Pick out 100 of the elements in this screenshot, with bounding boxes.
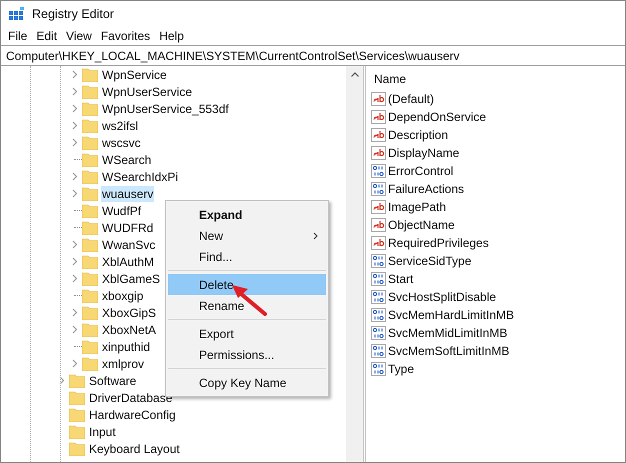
value-name[interactable]: (Default)	[388, 90, 434, 108]
chevron-icon[interactable]	[72, 104, 78, 113]
folder-icon	[82, 186, 98, 200]
folder-icon	[82, 254, 98, 268]
string-value-icon	[371, 110, 386, 124]
tree-item[interactable]: Keyboard Layout	[88, 440, 181, 456]
value-name[interactable]: Start	[388, 270, 414, 288]
tree-item[interactable]: WpnUserService	[101, 84, 194, 100]
folder-icon	[69, 408, 85, 422]
scroll-up-icon[interactable]	[350, 72, 358, 77]
binary-value-icon	[371, 290, 386, 304]
string-value-icon	[371, 128, 386, 142]
binary-value-icon	[371, 326, 386, 340]
folder-icon	[82, 220, 98, 234]
value-name[interactable]: DisplayName	[388, 144, 460, 162]
chevron-icon[interactable]	[72, 172, 78, 181]
binary-value-icon	[371, 362, 386, 376]
tree-item[interactable]: WpnService	[101, 66, 168, 82]
menu-option[interactable]: New	[168, 225, 326, 246]
binary-value-icon	[371, 182, 386, 196]
menu-item[interactable]: Edit	[32, 27, 62, 45]
folder-icon	[82, 322, 98, 336]
value-name[interactable]: SvcMemMidLimitInMB	[388, 324, 508, 342]
tree-item[interactable]: WSearchIdxPi	[101, 168, 180, 184]
tree-item[interactable]: wscsvc	[101, 134, 142, 150]
value-name[interactable]: Type	[388, 360, 414, 378]
binary-value-icon	[371, 308, 386, 322]
value-name[interactable]: SvcMemHardLimitInMB	[388, 306, 514, 324]
tree-item[interactable]: xmlprov	[101, 356, 146, 372]
menu-option[interactable]: Find...	[168, 246, 326, 267]
folder-icon	[82, 272, 98, 286]
folder-icon	[69, 374, 85, 388]
tree-item[interactable]: WUDFRd	[101, 220, 154, 236]
chevron-icon[interactable]	[72, 87, 78, 96]
tree-item[interactable]: WSearch	[101, 152, 152, 168]
menu-item[interactable]: Favorites	[96, 27, 154, 45]
string-value-icon	[371, 236, 386, 250]
tree-item[interactable]: xboxgip	[101, 288, 144, 304]
tree-item[interactable]: XboxNetA	[101, 322, 158, 338]
folder-icon	[82, 68, 98, 82]
folder-icon	[82, 170, 98, 184]
value-name[interactable]: DependOnService	[388, 108, 486, 126]
tree-item[interactable]: HardwareConfig	[88, 406, 177, 422]
chevron-icon[interactable]	[72, 189, 78, 198]
value-name[interactable]: FailureActions	[388, 180, 464, 198]
menu-option[interactable]: Expand	[168, 204, 326, 225]
menu-item[interactable]: Help	[155, 27, 188, 45]
chevron-icon[interactable]	[72, 359, 78, 368]
chevron-icon[interactable]	[59, 376, 65, 385]
menu-item[interactable]: File	[4, 27, 32, 45]
tree-item[interactable]: WpnUserService_553df	[101, 100, 230, 116]
folder-icon	[69, 442, 85, 456]
address-bar[interactable]: Computer\HKEY_LOCAL_MACHINE\SYSTEM\CurrentControlSet\Services\wuauserv	[1, 45, 625, 66]
tree-item[interactable]: ws2ifsl	[101, 118, 140, 134]
chevron-icon[interactable]	[72, 121, 78, 130]
menu-option[interactable]: Export	[168, 323, 326, 344]
value-name[interactable]: RequiredPrivileges	[388, 234, 489, 252]
string-value-icon	[371, 218, 386, 232]
binary-value-icon	[371, 164, 386, 178]
menu-item[interactable]: View	[62, 27, 96, 45]
column-header[interactable]: Name	[371, 69, 625, 89]
tree-item[interactable]: XblAuthM	[101, 254, 156, 270]
value-name[interactable]: ErrorControl	[388, 162, 454, 180]
folder-icon	[82, 102, 98, 116]
folder-icon	[82, 136, 98, 150]
menu-option[interactable]: Permissions...	[168, 344, 326, 365]
chevron-icon[interactable]	[72, 308, 78, 317]
tree-item[interactable]: WudfPf	[101, 202, 142, 218]
value-name[interactable]: Description	[388, 126, 448, 144]
folder-icon	[82, 288, 98, 302]
window-title: Registry Editor	[32, 6, 114, 23]
value-name[interactable]: ServiceSidType	[388, 252, 472, 270]
folder-icon	[82, 238, 98, 252]
folder-icon	[82, 306, 98, 320]
binary-value-icon	[371, 272, 386, 286]
tree-item[interactable]: Input	[88, 424, 117, 440]
value-name[interactable]: ObjectName	[388, 216, 455, 234]
folder-icon	[82, 152, 98, 166]
value-name[interactable]: ImagePath	[388, 198, 446, 216]
chevron-icon[interactable]	[72, 325, 78, 334]
chevron-icon[interactable]	[72, 257, 78, 266]
binary-value-icon	[371, 254, 386, 268]
folder-icon	[69, 390, 85, 404]
menu-option[interactable]: Delete	[168, 274, 326, 295]
chevron-icon[interactable]	[72, 240, 78, 249]
folder-icon	[82, 340, 98, 354]
tree-item[interactable]: XboxGipS	[101, 304, 158, 320]
chevron-icon[interactable]	[72, 70, 78, 79]
tree-item[interactable]: wuauserv	[101, 186, 154, 202]
chevron-icon[interactable]	[72, 274, 78, 283]
tree-item[interactable]: WwanSvc	[101, 236, 156, 252]
string-value-icon	[371, 200, 386, 214]
tree-item[interactable]: Software	[88, 372, 138, 388]
scrollbar[interactable]	[346, 66, 363, 462]
tree-item[interactable]: xinputhid	[101, 338, 152, 354]
menu-option[interactable]: Rename	[168, 295, 326, 316]
tree-item[interactable]: XblGameS	[101, 270, 162, 286]
value-name[interactable]: SvcHostSplitDisable	[388, 288, 496, 306]
chevron-icon[interactable]	[72, 138, 78, 147]
value-name[interactable]: SvcMemSoftLimitInMB	[388, 342, 510, 360]
